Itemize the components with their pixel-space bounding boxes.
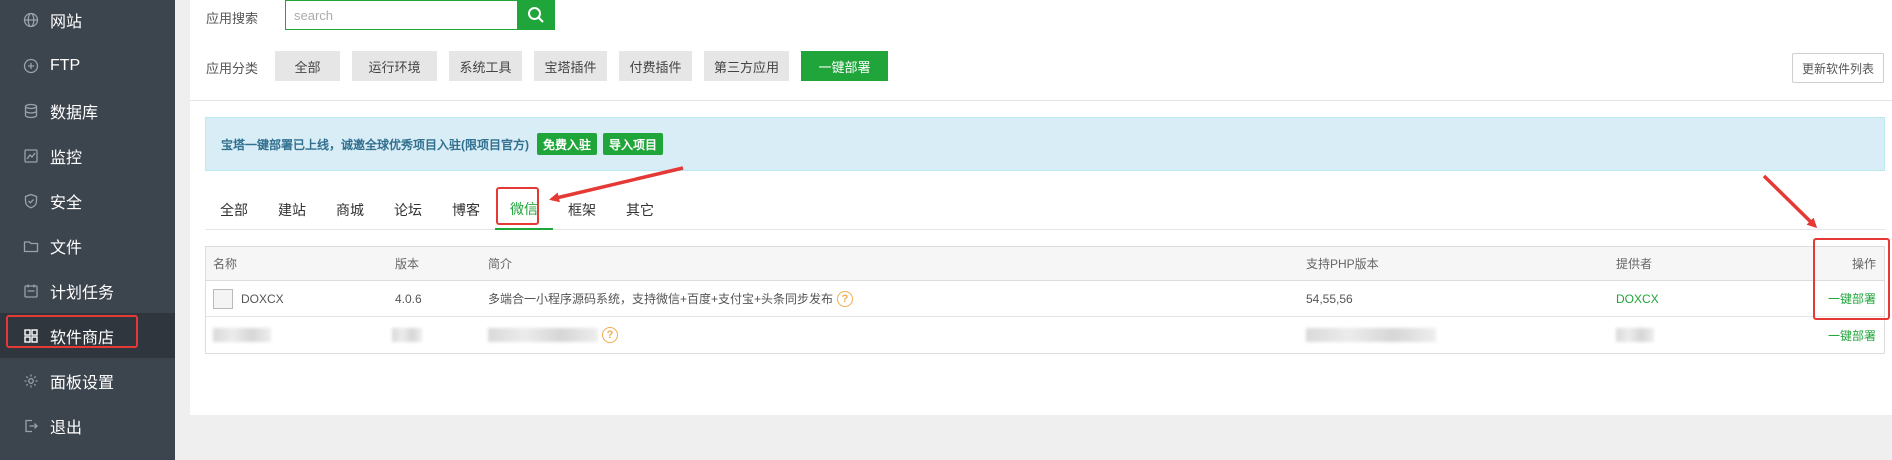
annotation-arrow-to-wechat-tab <box>549 166 684 203</box>
annotation-arrow-to-action-column <box>1762 174 1818 229</box>
annotation-arrows <box>549 166 1818 229</box>
